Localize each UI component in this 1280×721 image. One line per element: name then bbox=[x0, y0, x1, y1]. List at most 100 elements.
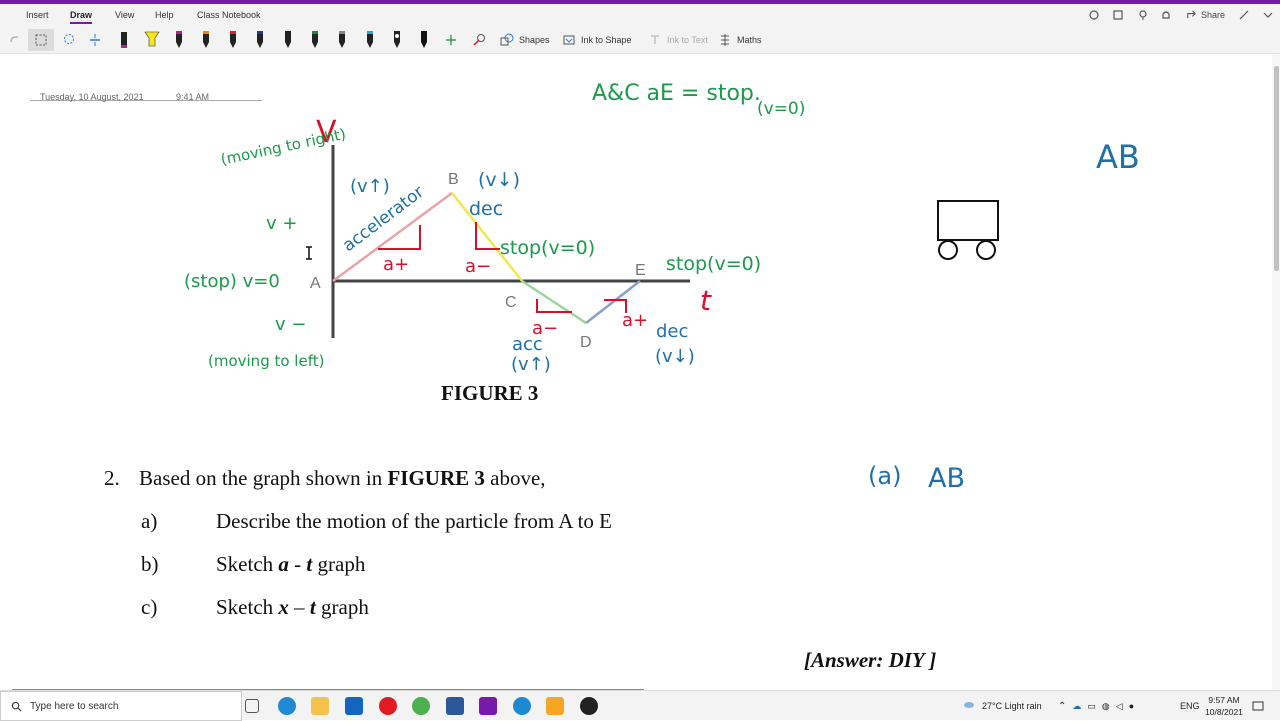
ink-acc: acc bbox=[512, 334, 543, 355]
question-a: a) bbox=[141, 509, 157, 534]
ink-a-minus-1: a− bbox=[465, 256, 491, 277]
ink-to-shape-label: Ink to Shape bbox=[581, 35, 632, 45]
pen-navy-icon[interactable] bbox=[253, 28, 267, 50]
clock[interactable]: 9:57 AM 10/8/2021 bbox=[1200, 694, 1248, 718]
ink-a-plus-1: a+ bbox=[383, 254, 409, 275]
pen-black-2-icon[interactable] bbox=[281, 28, 295, 50]
scrollbar-thumb[interactable] bbox=[1274, 66, 1279, 271]
pen-magenta-icon[interactable] bbox=[172, 28, 186, 50]
word-icon[interactable] bbox=[446, 697, 464, 715]
expand-icon[interactable] bbox=[1238, 9, 1250, 21]
network-icon: ◍ bbox=[1101, 700, 1110, 711]
file-explorer-icon[interactable] bbox=[311, 697, 329, 715]
tab-draw[interactable]: Draw bbox=[70, 10, 93, 24]
sync-icon[interactable] bbox=[1088, 9, 1100, 21]
opera-icon[interactable] bbox=[379, 697, 397, 715]
ink-q-a-ab: AB bbox=[928, 463, 965, 494]
ink-dec-b: dec bbox=[469, 198, 503, 220]
clock-time: 9:57 AM bbox=[1208, 695, 1240, 705]
onenote-icon[interactable] bbox=[479, 697, 497, 715]
taskbar-search[interactable]: Type here to search bbox=[0, 691, 242, 721]
ink-dec-2: dec bbox=[656, 321, 688, 342]
pen-orange-icon[interactable] bbox=[199, 28, 213, 50]
vertical-scrollbar[interactable] bbox=[1272, 54, 1280, 690]
page-view-icon[interactable] bbox=[1112, 9, 1124, 21]
system-tray[interactable]: ⌃ ☁ ▭ ◍ ◁ ● bbox=[1058, 691, 1134, 721]
clock-date: 10/8/2021 bbox=[1205, 707, 1243, 717]
ink-v-minus: v − bbox=[275, 314, 306, 335]
ink-v-plus: v + bbox=[266, 213, 297, 234]
ink-to-text-button[interactable]: Ink to Text bbox=[648, 29, 708, 51]
pen-galaxy-icon[interactable] bbox=[390, 28, 404, 50]
chrome-icon[interactable] bbox=[412, 697, 430, 715]
ruler-icon[interactable] bbox=[472, 29, 486, 51]
shapes-button[interactable]: Shapes bbox=[500, 29, 550, 51]
pen-red-icon[interactable] bbox=[226, 28, 240, 50]
pen-black-3-icon[interactable] bbox=[417, 28, 431, 50]
lightbulb-icon[interactable] bbox=[1137, 9, 1149, 21]
ink-a-plus-2: a+ bbox=[622, 310, 648, 331]
maths-label: Maths bbox=[737, 35, 762, 45]
chrome-tray-icon: ● bbox=[1128, 701, 1135, 711]
share-icon bbox=[1187, 10, 1196, 19]
question-b-pre: Sketch bbox=[216, 552, 279, 576]
highlighter-yellow-icon[interactable] bbox=[143, 28, 160, 50]
ink-to-shape-button[interactable]: Ink to Shape bbox=[562, 29, 632, 51]
share-button[interactable]: Share bbox=[1186, 9, 1225, 20]
redo-icon[interactable] bbox=[8, 29, 20, 51]
note-page[interactable]: Tuesday, 10 August, 2021 9:41 AM A B C D… bbox=[0, 54, 1272, 690]
ink-stop-e: stop(v=0) bbox=[666, 253, 761, 275]
question-intro-post: above, bbox=[484, 466, 546, 490]
edge-icon[interactable] bbox=[278, 697, 296, 715]
app-icon-blue[interactable] bbox=[513, 697, 531, 715]
search-icon bbox=[11, 701, 22, 711]
question-c-post: graph bbox=[315, 595, 369, 619]
onedrive-icon: ☁ bbox=[1072, 700, 1082, 711]
notification-icon[interactable] bbox=[1252, 691, 1264, 721]
question-c-mid: – bbox=[288, 595, 310, 619]
question-b-a: a bbox=[278, 552, 289, 576]
bell-icon[interactable] bbox=[1160, 9, 1172, 21]
tab-view[interactable]: View bbox=[115, 10, 134, 20]
select-tool-icon[interactable] bbox=[28, 29, 54, 51]
cart-wheel-left bbox=[938, 240, 958, 260]
mail-icon[interactable] bbox=[345, 697, 363, 715]
maths-button[interactable]: Maths bbox=[718, 29, 762, 51]
task-view-icon[interactable] bbox=[245, 699, 259, 713]
weather-widget[interactable]: 27°C Light rain bbox=[962, 691, 1042, 721]
ink-to-text-label: Ink to Text bbox=[667, 35, 708, 45]
pen-cyan-icon[interactable] bbox=[363, 28, 377, 50]
battery-icon: ▭ bbox=[1087, 700, 1096, 711]
ink-q-a: (a) bbox=[868, 462, 901, 490]
volume-icon: ◁ bbox=[1115, 700, 1123, 711]
weather-text: 27°C Light rain bbox=[982, 701, 1042, 711]
lasso-icon[interactable] bbox=[62, 29, 76, 51]
cloud-rain-icon bbox=[964, 702, 974, 708]
question-c: Sketch x – t graph bbox=[216, 595, 369, 620]
ink-v-up-2: (v↑) bbox=[511, 354, 551, 375]
pen-green-icon[interactable] bbox=[308, 28, 322, 50]
ink-t-axis-label: t bbox=[700, 284, 712, 317]
figure-caption: FIGURE 3 bbox=[441, 381, 538, 405]
tab-class-notebook[interactable]: Class Notebook bbox=[197, 10, 261, 20]
point-a-label: A bbox=[310, 275, 321, 292]
question-b-mid: - bbox=[288, 552, 307, 576]
add-pen-icon[interactable] bbox=[445, 29, 457, 51]
question-a-label: a) bbox=[141, 509, 158, 533]
search-placeholder: Type here to search bbox=[30, 700, 119, 712]
app-icon-orange[interactable] bbox=[546, 697, 564, 715]
pen-gray-icon[interactable] bbox=[335, 28, 349, 50]
add-space-icon[interactable] bbox=[88, 29, 102, 51]
app-icon-dark[interactable] bbox=[580, 697, 598, 715]
question-c-label: c) bbox=[141, 595, 158, 619]
pen-black-icon[interactable] bbox=[117, 28, 131, 50]
tab-help[interactable]: Help bbox=[155, 10, 174, 20]
language-indicator[interactable]: ENG bbox=[1180, 691, 1200, 721]
point-e-label: E bbox=[635, 262, 646, 279]
tab-insert[interactable]: Insert bbox=[26, 10, 49, 20]
share-label: Share bbox=[1201, 9, 1226, 20]
ink-moving-left: (moving to left) bbox=[208, 352, 324, 370]
more-icon[interactable] bbox=[1262, 9, 1274, 21]
question-intro: 2. Based on the graph shown in FIGURE 3 … bbox=[104, 466, 546, 491]
answer-note: [Answer: DIY ] bbox=[804, 648, 937, 672]
